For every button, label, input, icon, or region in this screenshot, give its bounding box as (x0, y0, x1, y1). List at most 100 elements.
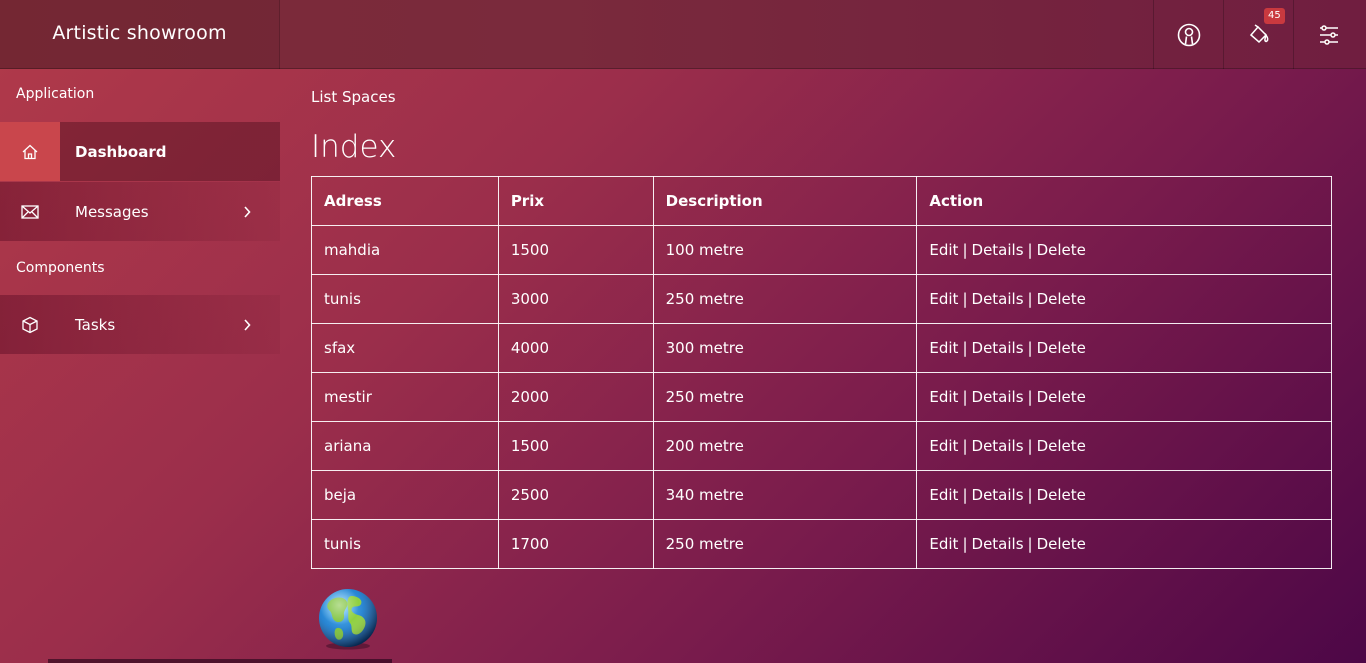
edit-link[interactable]: Edit (929, 535, 958, 553)
home-icon (0, 122, 60, 181)
notification-badge: 45 (1264, 8, 1285, 24)
action-separator: | (1027, 486, 1033, 504)
delete-link[interactable]: Delete (1037, 437, 1086, 455)
delete-link[interactable]: Delete (1037, 388, 1086, 406)
details-link[interactable]: Details (972, 339, 1024, 357)
cell-prix: 1500 (497, 225, 654, 275)
settings-button[interactable] (1293, 0, 1363, 69)
page-title: Index (311, 129, 397, 165)
cell-actions: Edit | Details | Delete (916, 225, 1332, 275)
sidebar-item-dashboard[interactable]: Dashboard (0, 122, 280, 181)
delete-link[interactable]: Delete (1037, 535, 1086, 553)
bottom-divider (48, 659, 392, 663)
action-separator: | (1027, 437, 1033, 455)
details-link[interactable]: Details (972, 535, 1024, 553)
action-separator: | (1027, 290, 1033, 308)
cell-prix: 3000 (497, 274, 654, 324)
table-row: tunis 3000 250 metre Edit | Details | Delete (311, 274, 1332, 324)
cell-adress: sfax (311, 323, 499, 373)
cell-adress: beja (311, 470, 499, 520)
cell-adress: mahdia (311, 225, 499, 275)
cell-description: 250 metre (652, 274, 918, 324)
column-header-action: Action (916, 176, 1332, 226)
action-separator: | (962, 437, 968, 455)
details-link[interactable]: Details (972, 290, 1024, 308)
delete-link[interactable]: Delete (1037, 290, 1086, 308)
action-separator: | (962, 339, 968, 357)
cell-adress: tunis (311, 519, 499, 569)
action-separator: | (1027, 241, 1033, 259)
cell-description: 340 metre (652, 470, 918, 520)
sidebar-item-label: Dashboard (75, 142, 167, 161)
box-icon (0, 295, 60, 354)
sidebar-item-label: Tasks (75, 315, 116, 334)
cell-prix: 4000 (497, 323, 654, 373)
table-header-row: Adress Prix Description Action (311, 176, 1332, 226)
brand-title[interactable]: Artistic showroom (0, 0, 280, 69)
action-separator: | (1027, 339, 1033, 357)
details-link[interactable]: Details (972, 486, 1024, 504)
cell-prix: 2000 (497, 372, 654, 422)
cell-description: 250 metre (652, 372, 918, 422)
table-row: mestir 2000 250 metre Edit | Details | Delete (311, 372, 1332, 422)
action-separator: | (962, 290, 968, 308)
cell-adress: ariana (311, 421, 499, 471)
theme-button[interactable]: 45 (1223, 0, 1293, 69)
table-row: ariana 1500 200 metre Edit | Details | Delete (311, 421, 1332, 471)
top-header: Artistic showroom 45 (0, 0, 1366, 69)
paint-bucket-icon (1249, 23, 1268, 43)
sidebar-item-messages[interactable]: Messages (0, 182, 280, 241)
action-separator: | (962, 486, 968, 504)
cell-adress: mestir (311, 372, 499, 422)
cell-prix: 2500 (497, 470, 654, 520)
cell-prix: 1700 (497, 519, 654, 569)
action-separator: | (962, 241, 968, 259)
edit-link[interactable]: Edit (929, 388, 958, 406)
table-row: sfax 4000 300 metre Edit | Details | Delete (311, 323, 1332, 373)
edit-link[interactable]: Edit (929, 339, 958, 357)
cell-actions: Edit | Details | Delete (916, 372, 1332, 422)
details-link[interactable]: Details (972, 241, 1024, 259)
cell-actions: Edit | Details | Delete (916, 470, 1332, 520)
envelope-icon (0, 182, 60, 241)
delete-link[interactable]: Delete (1037, 241, 1086, 259)
cell-actions: Edit | Details | Delete (916, 519, 1332, 569)
cell-actions: Edit | Details | Delete (916, 421, 1332, 471)
details-link[interactable]: Details (972, 437, 1024, 455)
delete-link[interactable]: Delete (1037, 339, 1086, 357)
cell-adress: tunis (311, 274, 499, 324)
user-button[interactable] (1153, 0, 1223, 69)
cell-description: 250 metre (652, 519, 918, 569)
cell-description: 300 metre (652, 323, 918, 373)
cell-description: 200 metre (652, 421, 918, 471)
cell-actions: Edit | Details | Delete (916, 274, 1332, 324)
cell-actions: Edit | Details | Delete (916, 323, 1332, 373)
globe-image (319, 589, 377, 650)
table-row: tunis 1700 250 metre Edit | Details | Delete (311, 519, 1332, 569)
sliders-icon (1319, 24, 1338, 45)
cell-prix: 1500 (497, 421, 654, 471)
edit-link[interactable]: Edit (929, 486, 958, 504)
column-header-adress: Adress (311, 176, 499, 226)
delete-link[interactable]: Delete (1037, 486, 1086, 504)
action-separator: | (1027, 388, 1033, 406)
edit-link[interactable]: Edit (929, 241, 958, 259)
sidebar-item-tasks[interactable]: Tasks (0, 295, 280, 354)
action-separator: | (962, 388, 968, 406)
section-application-label: Application (16, 86, 95, 102)
edit-link[interactable]: Edit (929, 437, 958, 455)
spaces-table: Adress Prix Description Action mahdia 150… (311, 176, 1332, 569)
action-separator: | (962, 535, 968, 553)
column-header-description: Description (652, 176, 918, 226)
action-separator: | (1027, 535, 1033, 553)
chevron-right-icon (232, 205, 262, 218)
breadcrumb: List Spaces (311, 88, 396, 106)
chevron-right-icon (232, 318, 262, 331)
table-row: beja 2500 340 metre Edit | Details | Delete (311, 470, 1332, 520)
section-components-label: Components (16, 260, 105, 276)
edit-link[interactable]: Edit (929, 290, 958, 308)
details-link[interactable]: Details (972, 388, 1024, 406)
user-circle-icon (1177, 23, 1200, 46)
table-row: mahdia 1500 100 metre Edit | Details | Delete (311, 225, 1332, 275)
column-header-prix: Prix (497, 176, 654, 226)
